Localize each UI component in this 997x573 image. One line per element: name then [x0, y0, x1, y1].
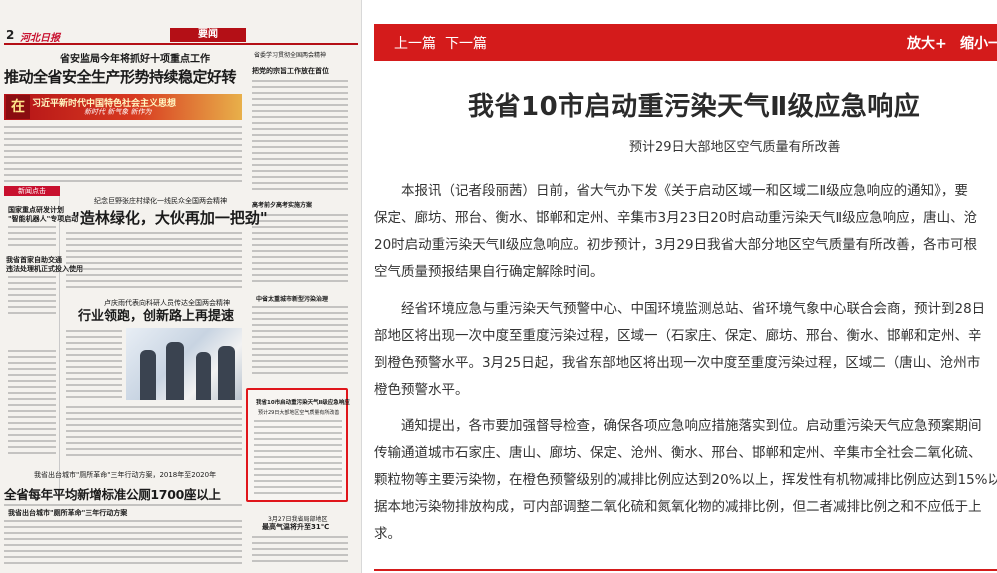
zoom-in-button[interactable]: 放大+: [907, 33, 947, 53]
banner-line-2: 新时代 新气象 新作为: [84, 108, 152, 116]
article-body-line: 20时启动重污染天气Ⅱ级应急响应。初步预计，3月29日我省大部分地区空气质量有所…: [374, 237, 978, 253]
article-subtitle: 预计29日大部地区空气质量有所改善: [629, 140, 841, 155]
bottom-right-headline[interactable]: 最高气温将升至31℃: [262, 522, 329, 532]
article-body-line: 经省环境应急与重污染天气预警中心、中国环境监测总站、省环境气象中心联合会商，预计…: [374, 301, 986, 317]
right-col-kicker[interactable]: 省委学习贯彻全国两会精神: [254, 50, 326, 59]
article-footer-rule: [374, 569, 997, 571]
article-body-line: 传输通道城市石家庄、唐山、廊坊、保定、沧州、衡水、邢台、邯郸和定州、辛集市全社会…: [374, 445, 982, 461]
lead-headline[interactable]: 推动全省安全生产形势持续稳定好转: [4, 66, 237, 87]
article-body-line: 本报讯（记者段丽茜）日前，省大气办下发《关于启动区域一和区域二Ⅱ级应急响应的通知…: [374, 183, 968, 199]
zoom-out-button[interactable]: 缩小一: [960, 33, 997, 53]
article-panel: 上一篇 下一篇 放大+ 缩小一 我省10市启动重污染天气Ⅱ级应急响应 预计29日…: [374, 0, 997, 573]
article-body-line: 到橙色预警水平。3月25日起，我省东部地区将出现一次中度至重度污染过程，区域二（…: [374, 355, 981, 371]
bottom-article-kicker[interactable]: 我省出台城市"厕所革命"三年行动方案，2018年至2020年: [34, 470, 216, 480]
banner-seal: 在: [6, 95, 30, 119]
article-body-line: 颗粒物等主要污染物，在橙色预警级别的减排比例应达到20%以上，挥发性有机物减排比…: [374, 472, 997, 488]
article-toolbar: 上一篇 下一篇 放大+ 缩小一: [374, 24, 997, 61]
right-col-headline-3[interactable]: 中省太重城市新型污染治理: [256, 294, 328, 303]
hotspot-title: 我省10市启动重污染天气Ⅱ级应急响应: [256, 400, 350, 406]
photo-figure: [166, 342, 184, 400]
article-body-line: 求。: [374, 526, 401, 542]
theme-banner[interactable]: 在 习近平新时代中国特色社会主义思想 新时代 新气象 新作为: [4, 94, 242, 120]
section-tag: 要闻: [170, 28, 246, 42]
photo-figure: [140, 350, 156, 400]
sidebar-item-1-line-2[interactable]: "智能机器人"专项启动: [8, 214, 78, 224]
article-body-line: 空气质量预报结果自行确定解除时间。: [374, 264, 604, 280]
bottom-article-headline[interactable]: 全省每年平均新增标准公厕1700座以上: [4, 484, 221, 503]
sidebar-head: 新闻点击: [4, 186, 60, 196]
photo-figure: [218, 346, 235, 400]
paper-header-rule: [4, 43, 358, 45]
newspaper-page-thumbnail[interactable]: 2 河北日报 要闻 省安监局今年将抓好十项重点工作 推动全省安全生产形势持续稳定…: [0, 0, 362, 573]
article-body-line: 保定、廊坊、邢台、衡水、邯郸和定州、辛集市3月23日20时启动重污染天气Ⅱ级应急…: [374, 210, 978, 226]
article-body-line: 通知提出，各市要加强督导检查，确保各项应急响应措施落实到位。启动重污染天气应急预…: [374, 418, 982, 434]
article-body-line: 据本地污染物排放构成，可内部调整二氧化硫和氮氧化物的减排比例，但二者减排比例之和…: [374, 499, 982, 515]
right-col-headline[interactable]: 把党的宗旨工作放在首位: [252, 66, 329, 76]
article-body-line: 部地区将出现一次中度至重度污染过程，区域一（石家庄、保定、廊坊、邢台、衡水、邯郸…: [374, 328, 982, 344]
mid-article-1-kicker[interactable]: 纪念巨野张庄村绿化一线民众全国两会精神: [94, 196, 227, 206]
mid-article-1-headline[interactable]: "造林绿化，大伙再加一把劲": [72, 207, 268, 228]
news-photo[interactable]: [126, 328, 242, 400]
prev-article-button[interactable]: 上一篇: [394, 33, 436, 53]
article-title: 我省10市启动重污染天气Ⅱ级应急响应: [468, 92, 921, 122]
hotspot-subtitle: 预计29日大部地区空气质量有所改善: [258, 410, 340, 416]
mid-article-2-headline[interactable]: 行业领跑，创新路上再提速: [78, 305, 234, 324]
article-body-line: 橙色预警水平。: [374, 382, 469, 398]
next-article-button[interactable]: 下一篇: [445, 33, 487, 53]
lead-kicker[interactable]: 省安监局今年将抓好十项重点工作: [60, 50, 210, 65]
photo-figure: [196, 352, 211, 400]
page-number: 2: [6, 28, 15, 42]
bottom-left-headline[interactable]: 我省出台城市"厕所革命"三年行动方案: [8, 508, 127, 518]
masthead: 河北日报: [20, 33, 60, 44]
paper-header: 2 河北日报 要闻: [4, 28, 358, 44]
